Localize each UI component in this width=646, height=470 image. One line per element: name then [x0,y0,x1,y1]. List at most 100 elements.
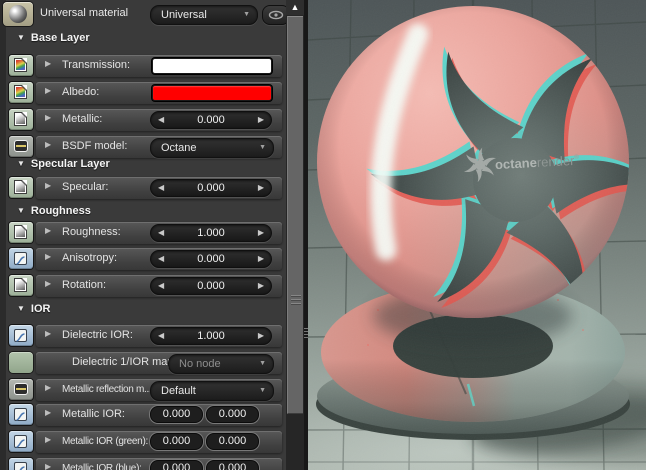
section-base-layer[interactable]: ▼ Base Layer [17,32,90,45]
dropdown-value: No node [179,358,221,370]
param-label: BSDF model: [62,140,128,152]
material-node-icon[interactable] [3,2,33,26]
chevron-down-icon: ▼ [259,387,266,394]
expand-arrow-icon[interactable]: ▶ [45,279,51,288]
expand-arrow-icon[interactable]: ▶ [45,383,51,392]
expand-arrow-icon[interactable]: ▶ [45,435,51,444]
expand-arrow-icon[interactable]: ▶ [45,462,51,470]
section-ior[interactable]: ▼ IOR [17,303,50,316]
expand-arrow-icon[interactable]: ▶ [45,181,51,190]
param-row-metallic-ior-green: ▶ Metallic IOR (green): 0.000 0.000 [8,431,284,453]
dropdown-value: Octane [161,142,197,154]
render-grain [308,0,646,470]
param-label: Metallic IOR (green): [62,436,148,447]
param-label: Albedo: [62,86,100,98]
specular-slider[interactable]: ◀ 0.000 ▶ [150,179,272,197]
octane-material-editor: Universal material Universal ▼ ▼ Base Lay… [0,0,646,470]
collapse-arrow-icon: ▼ [17,304,25,313]
expand-arrow-icon[interactable]: ▶ [45,86,51,95]
param-row-rotation: ▶ Rotation: ◀ 0.000 ▶ [8,275,284,297]
param-label: Anisotropy: [62,252,118,264]
metallic-slider[interactable]: ◀ 0.000 ▶ [150,111,272,129]
curve-icon [14,435,27,448]
expand-arrow-icon[interactable]: ▶ [45,140,51,149]
param-row-specular: ▶ Specular: ◀ 0.000 ▶ [8,177,284,199]
param-row-metallic-ior-blue: ▶ Metallic IOR (blue): 0.000 0.000 [8,458,284,470]
enum-node-button[interactable] [9,379,33,400]
expand-arrow-icon[interactable]: ▶ [45,329,51,338]
scrollbar-thumb[interactable] [287,16,303,414]
curve-node-button[interactable] [9,458,33,470]
roughness-slider[interactable]: ◀ 1.000 ▶ [150,224,272,242]
metallic-ior-k-field[interactable]: 0.000 [206,406,259,423]
metallic-reflection-dropdown[interactable]: Default ▼ [150,381,274,401]
curve-node-button[interactable] [9,431,33,452]
slider-value: 0.000 [197,280,225,292]
panel-scrollbar[interactable]: ▲ [286,0,304,470]
enum-node-button[interactable] [9,136,33,157]
curve-icon [14,408,27,421]
texture-node-button[interactable] [9,222,33,243]
metallic-ior-green-k-field[interactable]: 0.000 [206,433,259,450]
slider-right-arrow-icon[interactable]: ▶ [258,225,264,241]
param-row-anisotropy: ▶ Anisotropy: ◀ 0.000 ▶ [8,248,284,270]
section-title: IOR [30,303,51,315]
material-parameter-panel: Universal material Universal ▼ ▼ Base Lay… [0,0,290,470]
section-title: Base Layer [30,32,90,44]
dropdown-value: Default [161,385,196,397]
section-specular-layer[interactable]: ▼ Specular Layer [17,158,110,171]
param-row-albedo: ▶ Albedo: [8,82,284,104]
metallic-ior-n-field[interactable]: 0.000 [150,406,203,423]
slider-right-arrow-icon[interactable]: ▶ [258,278,264,294]
expand-arrow-icon[interactable]: ▶ [45,113,51,122]
param-row-transmission: ▶ Transmission: [8,55,284,77]
float-texture-icon [14,278,27,292]
float-texture-icon [14,180,27,194]
dielectric-ior-slider[interactable]: ◀ 1.000 ▶ [150,327,272,345]
slider-value: 1.000 [197,227,225,239]
curve-node-button[interactable] [9,404,33,425]
collapse-arrow-icon: ▼ [17,206,25,215]
texture-node-button[interactable] [9,55,33,76]
curve-node-button[interactable] [9,325,33,346]
slider-right-arrow-icon[interactable]: ▶ [258,328,264,344]
scroll-up-button[interactable]: ▲ [286,0,304,15]
metallic-ior-blue-k-field[interactable]: 0.000 [206,460,259,470]
anisotropy-slider[interactable]: ◀ 0.000 ▶ [150,250,272,268]
chevron-down-icon: ▼ [259,144,266,151]
albedo-color-swatch[interactable] [152,85,272,101]
slider-right-arrow-icon[interactable]: ▶ [258,180,264,196]
metallic-ior-green-n-field[interactable]: 0.000 [150,433,203,450]
slider-value: 1.000 [197,330,225,342]
material-type-dropdown[interactable]: Universal ▼ [150,5,258,25]
curve-node-button[interactable] [9,248,33,269]
texture-node-button[interactable] [9,275,33,296]
dielectric-map-dropdown[interactable]: No node ▼ [168,354,274,374]
expand-arrow-icon[interactable]: ▶ [45,59,51,68]
eye-icon [268,10,284,20]
param-row-metallic-ior: ▶ Metallic IOR: 0.000 0.000 [8,404,284,426]
bsdf-model-dropdown[interactable]: Octane ▼ [150,138,274,158]
section-roughness[interactable]: ▼ Roughness [17,205,91,218]
expand-arrow-icon[interactable]: ▶ [45,252,51,261]
curve-icon [14,252,27,265]
transmission-color-swatch[interactable] [152,58,272,74]
param-row-dielectric-ior: ▶ Dielectric IOR: ◀ 1.000 ▶ [8,325,284,347]
texture-node-button[interactable] [9,177,33,198]
curve-icon [14,462,27,470]
slider-right-arrow-icon[interactable]: ▶ [258,112,264,128]
metallic-ior-blue-n-field[interactable]: 0.000 [150,460,203,470]
expand-arrow-icon[interactable]: ▶ [45,408,51,417]
slider-value: 0.000 [197,182,225,194]
rotation-slider[interactable]: ◀ 0.000 ▶ [150,277,272,295]
node-slot-button[interactable] [9,352,33,373]
expand-arrow-icon[interactable]: ▶ [45,226,51,235]
texture-node-button[interactable] [9,82,33,103]
texture-node-button[interactable] [9,109,33,130]
param-label: Metallic reflection m... [62,384,152,395]
section-title: Specular Layer [30,158,110,170]
param-row-bsdf-model: ▶ BSDF model: Octane ▼ [8,136,284,158]
slider-right-arrow-icon[interactable]: ▶ [258,251,264,267]
slider-value: 0.000 [197,253,225,265]
render-preview-viewport[interactable]: octanerender® [308,0,646,470]
